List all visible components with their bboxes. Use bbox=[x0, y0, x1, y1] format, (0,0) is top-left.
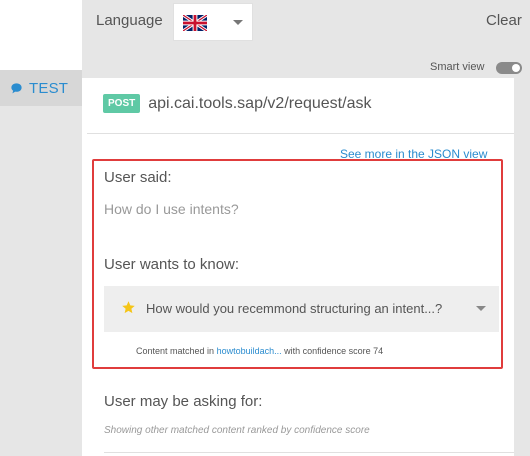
language-label: Language bbox=[96, 12, 163, 29]
toggle-knob bbox=[512, 64, 520, 72]
side-panel bbox=[0, 70, 82, 456]
maybe-asking-label: User may be asking for: bbox=[104, 393, 263, 410]
smart-view-label: Smart view bbox=[430, 61, 485, 73]
divider bbox=[87, 133, 514, 134]
star-icon bbox=[122, 301, 135, 314]
user-wants-label: User wants to know: bbox=[104, 256, 240, 273]
language-select[interactable] bbox=[173, 3, 253, 41]
match-info: Content matched in howtobuildach... with… bbox=[136, 346, 383, 356]
smart-view-toggle[interactable] bbox=[496, 62, 522, 74]
match-prefix: Content matched in bbox=[136, 346, 217, 356]
tab-test-label: TEST bbox=[29, 79, 69, 97]
bottom-divider bbox=[104, 452, 514, 453]
endpoint-url: api.cai.tools.sap/v2/request/ask bbox=[148, 94, 372, 112]
clear-button[interactable]: Clear bbox=[486, 12, 522, 29]
chat-bubble-icon bbox=[11, 82, 22, 93]
answer-dropdown[interactable]: How would you recemmond structuring an i… bbox=[104, 286, 499, 332]
match-suffix: with confidence score 74 bbox=[281, 346, 384, 356]
left-top-gap bbox=[0, 0, 82, 70]
chevron-down-icon bbox=[476, 306, 486, 311]
tab-test[interactable]: TEST bbox=[0, 70, 82, 106]
user-said-label: User said: bbox=[104, 169, 172, 186]
match-source-link[interactable]: howtobuildach... bbox=[217, 346, 282, 356]
uk-flag-icon bbox=[183, 15, 207, 31]
maybe-asking-subtitle: Showing other matched content ranked by … bbox=[104, 425, 370, 436]
method-badge: POST bbox=[103, 94, 141, 113]
request-row: POST api.cai.tools.sap/v2/request/ask bbox=[103, 94, 371, 113]
right-scroll-strip bbox=[514, 78, 530, 456]
user-utterance: How do I use intents? bbox=[104, 201, 239, 217]
answer-text: How would you recemmond structuring an i… bbox=[146, 301, 443, 316]
chevron-down-icon bbox=[233, 20, 243, 25]
